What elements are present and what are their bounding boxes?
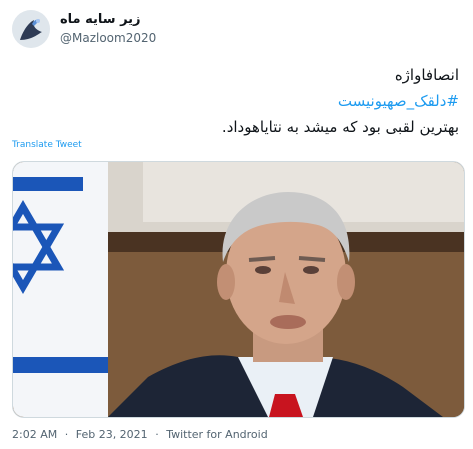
tweet-date[interactable]: Feb 23, 2021 (76, 428, 148, 441)
author-handle[interactable]: @Mazloom2020 (60, 31, 156, 45)
avatar[interactable] (12, 10, 50, 48)
hashtag-link[interactable]: #دلقک_صهیونیست (19, 88, 459, 114)
avatar-image (12, 10, 50, 48)
photo-image (13, 162, 464, 417)
tweet-photo[interactable] (12, 161, 465, 418)
meta-separator: · (64, 428, 69, 441)
tweet-time[interactable]: 2:02 AM (12, 428, 57, 441)
author-display-name[interactable]: زیر سایه ماه (60, 12, 141, 27)
translate-tweet-link[interactable]: Translate Tweet (12, 140, 82, 150)
tweet-meta: 2:02 AM · Feb 23, 2021 · Twitter for And… (12, 428, 268, 441)
tweet-text: انصافاواژه #دلقک_صهیونیست بهترین لقبی بو… (19, 62, 459, 140)
tweet-line: بهترین لقبی بود که میشد به نتایاهوداد. (221, 118, 459, 136)
meta-separator: · (155, 428, 159, 441)
tweet-line: انصافاواژه (394, 66, 459, 84)
tweet-source[interactable]: Twitter for Android (166, 428, 268, 441)
